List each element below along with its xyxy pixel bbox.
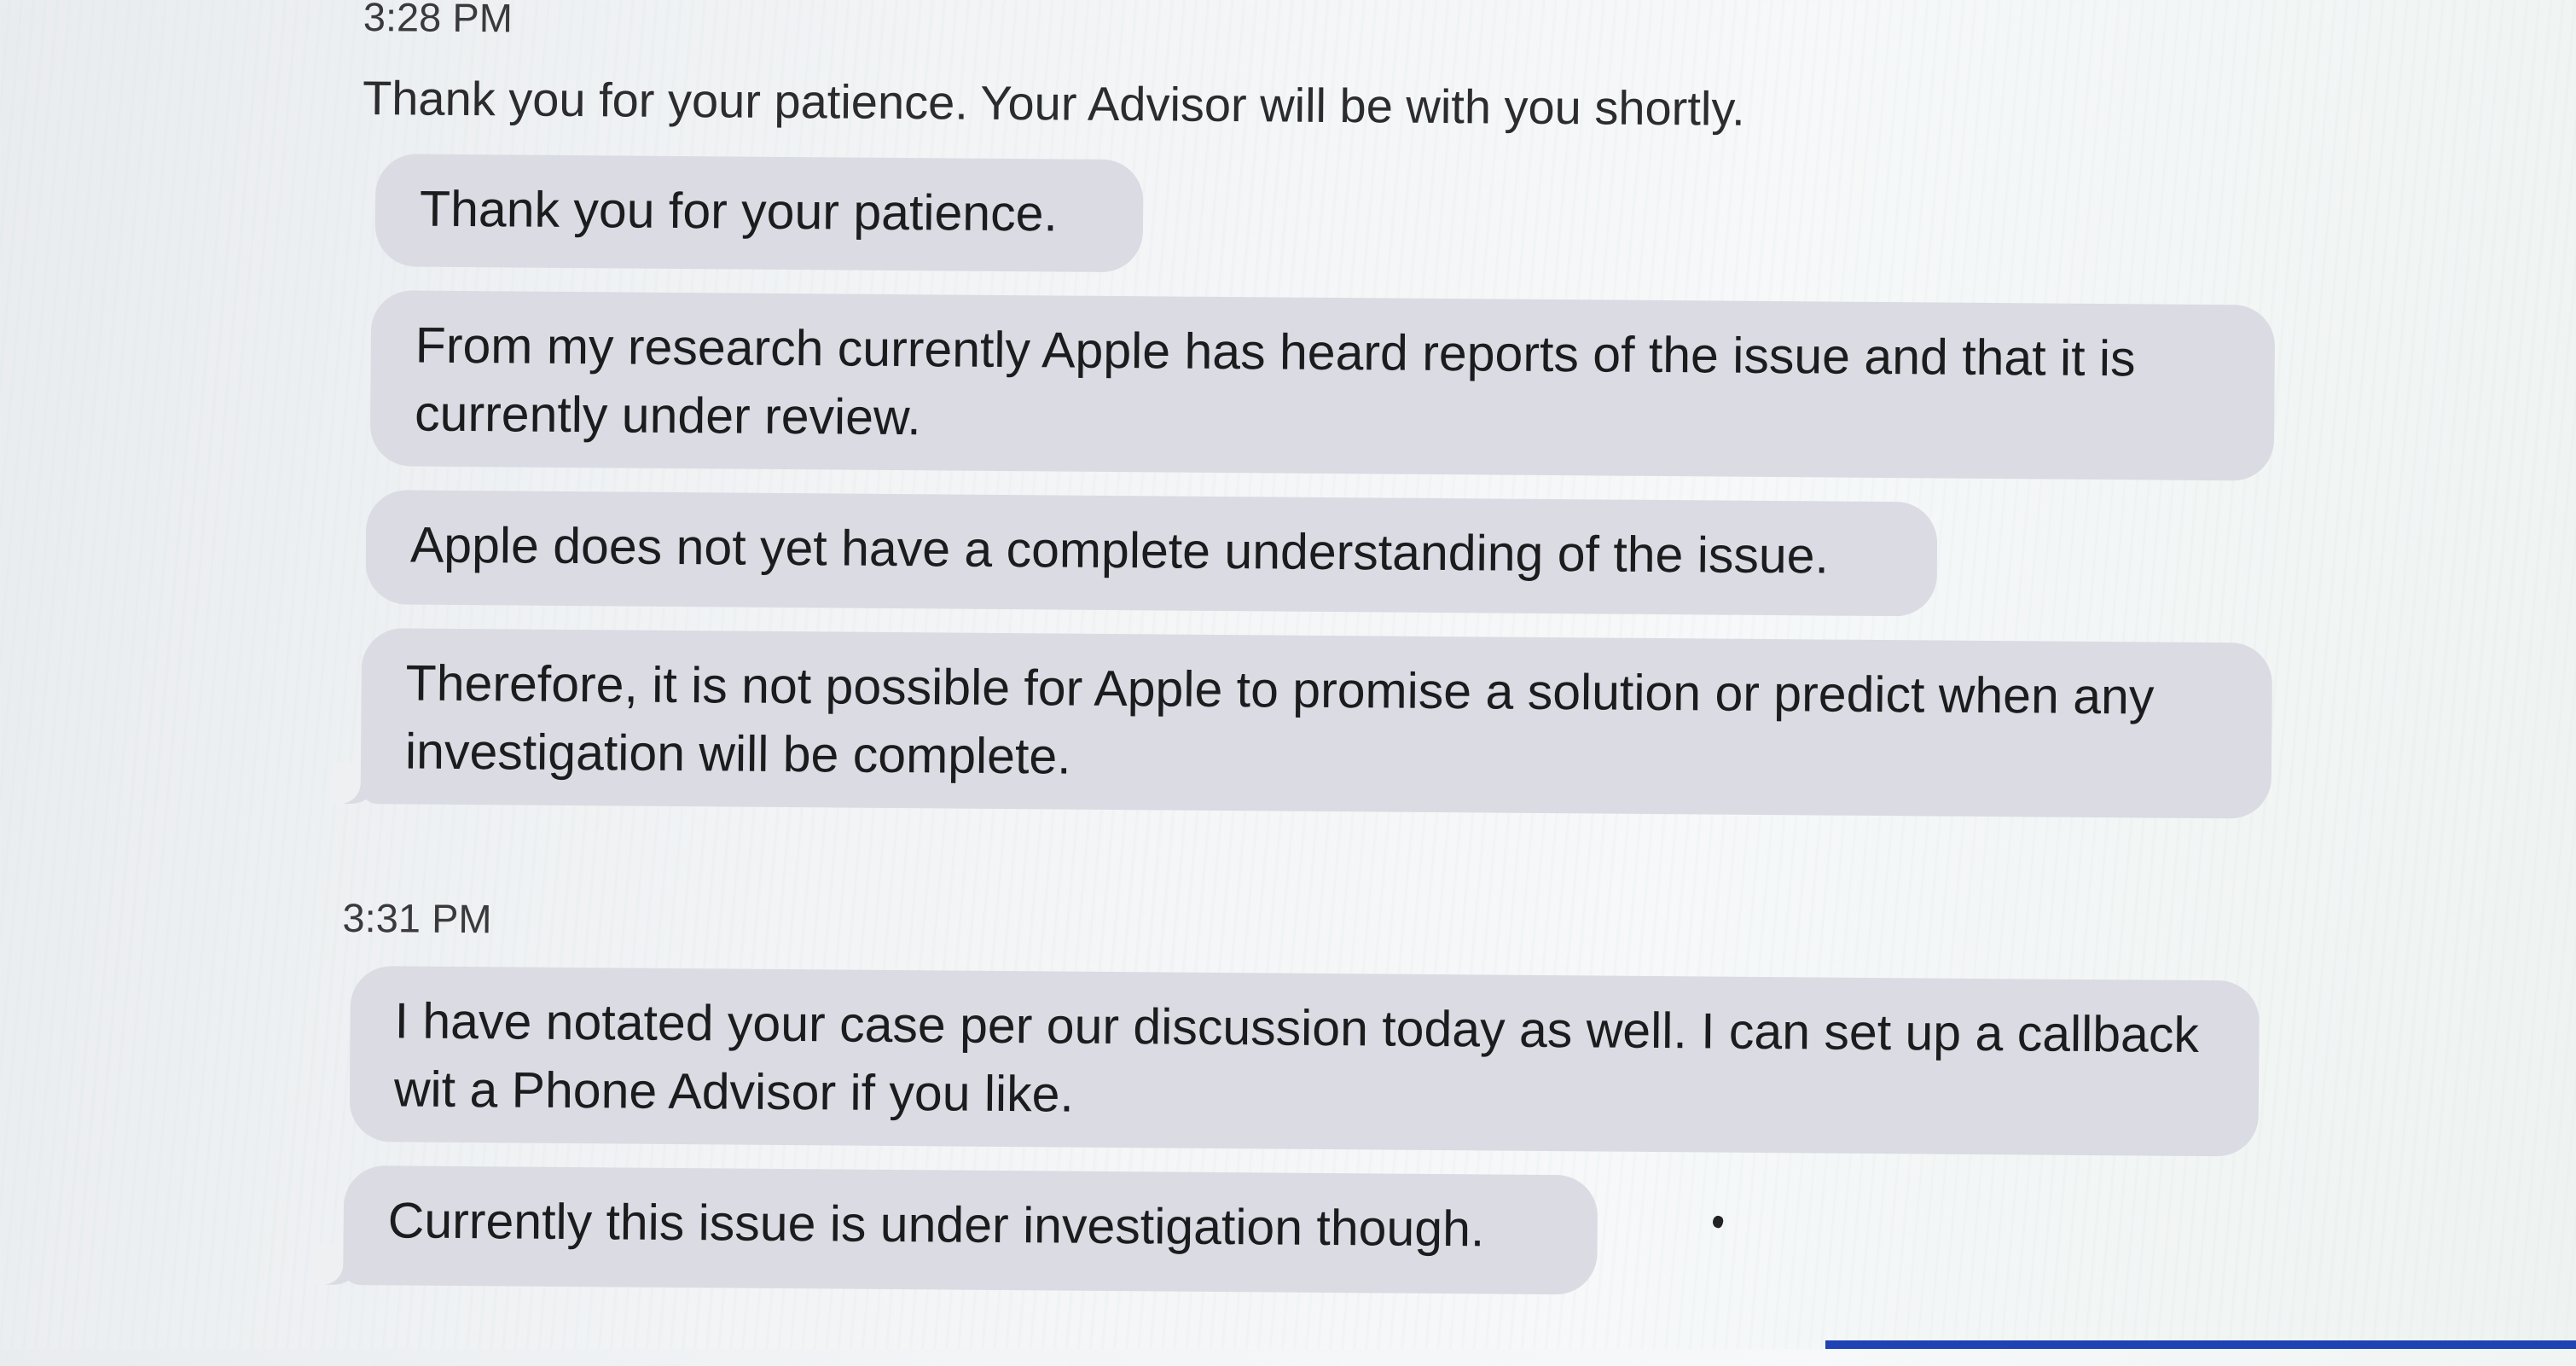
message-bubble[interactable]: I have notated your case per our discuss…	[349, 965, 2260, 1157]
message-bubble[interactable]: From my research currently Apple has hea…	[369, 290, 2276, 481]
system-message: Thank you for your patience. Your Adviso…	[362, 71, 1746, 136]
message-bubble[interactable]: Thank you for your patience.	[374, 154, 1144, 273]
message-text: Apple does not yet have a complete under…	[409, 516, 1830, 584]
message-bubble[interactable]: Apple does not yet have a complete under…	[365, 490, 1938, 617]
screen-edge	[1825, 1340, 2576, 1349]
message-thread: 3:28 PM Thank you for your patience. You…	[0, 0, 2576, 1366]
message-text: Thank you for your patience.	[419, 180, 1059, 242]
message-text: I have notated your case per our discuss…	[393, 992, 2200, 1123]
timestamp: 3:28 PM	[363, 0, 513, 41]
message-bubble[interactable]: Currently this issue is under investigat…	[343, 1165, 1598, 1295]
timestamp: 3:31 PM	[342, 894, 492, 942]
message-text: Therefore, it is not possible for Apple …	[404, 654, 2155, 785]
message-text: From my research currently Apple has hea…	[414, 317, 2136, 446]
message-text: Currently this issue is under investigat…	[387, 1192, 1485, 1258]
chat-window: { "conversation": { "groups": [ { "times…	[0, 0, 2576, 1349]
message-bubble[interactable]: Therefore, it is not possible for Apple …	[360, 628, 2273, 819]
